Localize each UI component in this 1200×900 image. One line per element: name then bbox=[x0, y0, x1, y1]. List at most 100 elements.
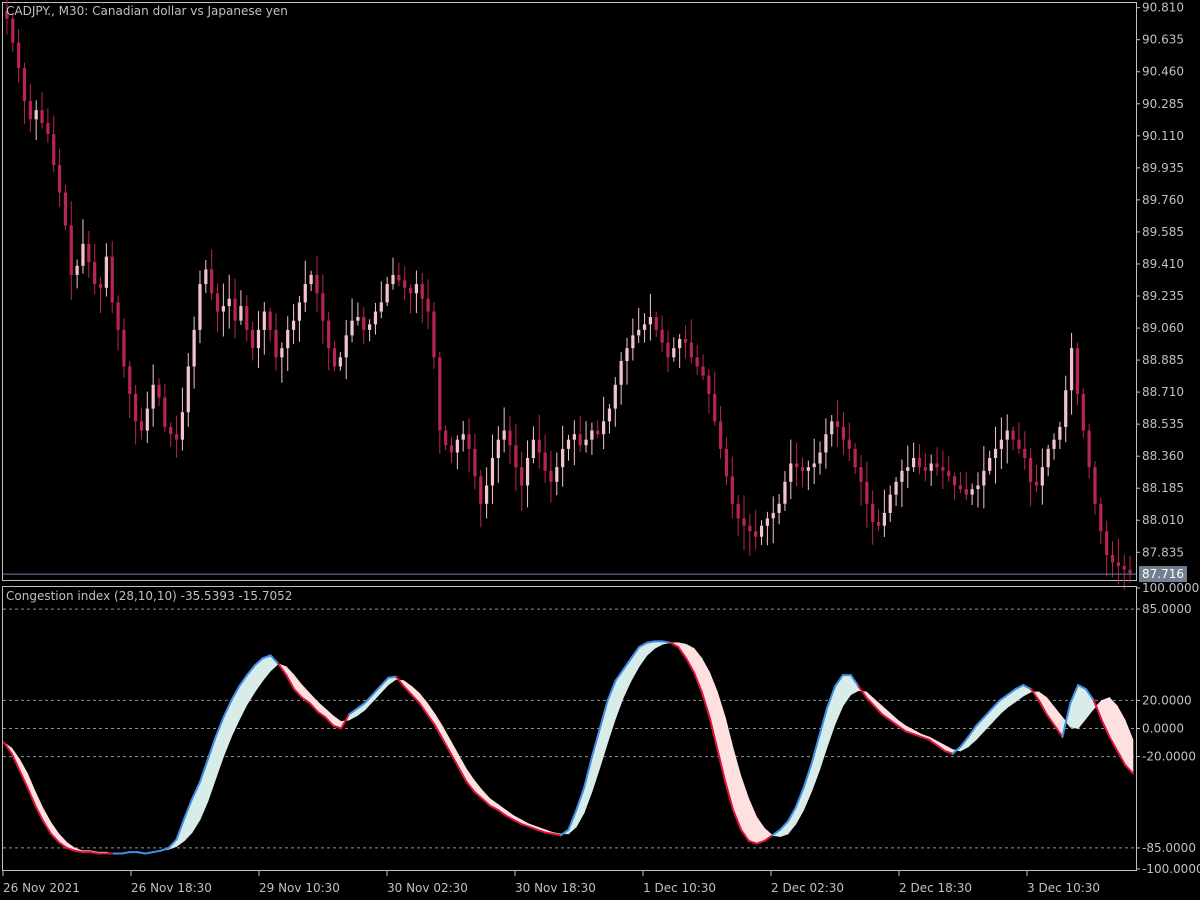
candle-body bbox=[444, 430, 448, 446]
candle-body bbox=[1105, 531, 1109, 556]
candle-body bbox=[765, 518, 769, 526]
candle-body bbox=[303, 284, 307, 303]
price-tick-label: 90.810 bbox=[1142, 1, 1184, 15]
candle-body bbox=[145, 408, 149, 431]
candle-body bbox=[601, 421, 606, 435]
candle-body bbox=[186, 366, 190, 413]
candle-body bbox=[929, 463, 933, 471]
price-tick-label: 88.185 bbox=[1142, 481, 1184, 495]
candle-body bbox=[1128, 569, 1132, 574]
candle-body bbox=[75, 265, 79, 275]
price-tick-label: 89.060 bbox=[1142, 321, 1184, 335]
candle-body bbox=[543, 452, 547, 471]
candle-body bbox=[912, 458, 916, 468]
candle-body bbox=[1046, 448, 1050, 468]
candle-body bbox=[432, 311, 436, 358]
candle-body bbox=[724, 448, 729, 477]
candle-body bbox=[941, 467, 945, 471]
candle-body bbox=[701, 366, 705, 376]
candle-body bbox=[590, 430, 594, 440]
candle-body bbox=[309, 274, 313, 285]
candle-body bbox=[1034, 481, 1039, 486]
price-tick-label: 88.010 bbox=[1142, 513, 1184, 527]
candle-body bbox=[888, 494, 892, 513]
candle-body bbox=[174, 434, 179, 440]
candle-body bbox=[315, 274, 319, 294]
candle-body bbox=[993, 448, 998, 459]
candle-body bbox=[754, 531, 758, 537]
candle-body bbox=[789, 463, 793, 482]
indicator-tick-label: 100.0000 bbox=[1142, 581, 1199, 595]
candle-body bbox=[139, 421, 144, 431]
candle-body bbox=[262, 311, 266, 330]
candle-body bbox=[1040, 467, 1044, 486]
candle-body bbox=[420, 284, 424, 299]
candle-body bbox=[344, 335, 348, 358]
candle-body bbox=[952, 476, 957, 486]
candle-body bbox=[87, 243, 91, 263]
candle-body bbox=[999, 439, 1003, 449]
candle-body bbox=[906, 467, 910, 471]
candle-body bbox=[707, 375, 711, 394]
candle-body bbox=[958, 485, 963, 490]
candle-body bbox=[338, 357, 342, 367]
candle-body bbox=[882, 512, 886, 526]
candle-body bbox=[824, 434, 828, 453]
candle-body bbox=[841, 426, 846, 440]
candle-body bbox=[110, 256, 114, 303]
candle-body bbox=[520, 467, 524, 486]
candle-body bbox=[449, 445, 454, 453]
candle-body bbox=[227, 298, 231, 307]
candle-body bbox=[379, 302, 383, 312]
candle-body bbox=[835, 421, 840, 427]
candle-body bbox=[648, 317, 653, 325]
candle-body bbox=[210, 269, 214, 294]
candle-body bbox=[718, 421, 723, 449]
candle-body bbox=[783, 481, 787, 504]
indicator-line-segment bbox=[543, 831, 554, 835]
candle-body bbox=[795, 463, 799, 468]
candle-body bbox=[531, 439, 536, 459]
candle-body bbox=[713, 393, 717, 422]
candle-body bbox=[204, 269, 208, 285]
time-tick-label: 30 Nov 18:30 bbox=[515, 881, 596, 895]
candle-body bbox=[286, 329, 290, 349]
indicator-line-segment bbox=[136, 851, 147, 855]
candle-body bbox=[508, 430, 512, 446]
candle-body bbox=[894, 481, 898, 495]
price-tick-label: 88.535 bbox=[1142, 417, 1184, 431]
candle-body bbox=[502, 430, 506, 440]
candle-body bbox=[397, 274, 401, 281]
candle-body bbox=[1116, 562, 1120, 567]
candle-body bbox=[69, 225, 73, 275]
candle-body bbox=[46, 122, 50, 134]
candle-body bbox=[935, 463, 939, 468]
candle-body bbox=[22, 68, 27, 102]
candle-body bbox=[865, 481, 869, 504]
candle-body bbox=[373, 311, 378, 325]
candle-body bbox=[122, 329, 126, 367]
price-tick-label: 89.585 bbox=[1142, 225, 1184, 239]
candle-body bbox=[578, 434, 582, 446]
candle-body bbox=[988, 458, 992, 471]
candle-body bbox=[1005, 430, 1009, 440]
time-tick-label: 26 Nov 2021 bbox=[3, 881, 80, 895]
candle-body bbox=[426, 298, 430, 312]
indicator-line-segment bbox=[661, 640, 672, 644]
price-tick-label: 89.760 bbox=[1142, 193, 1184, 207]
candle-body bbox=[964, 489, 968, 495]
candle-body bbox=[245, 306, 249, 330]
candle-body bbox=[1052, 439, 1056, 449]
time-tick-label: 26 Nov 18:30 bbox=[131, 881, 212, 895]
price-tick-label: 87.835 bbox=[1142, 545, 1184, 559]
candle-body bbox=[1017, 439, 1021, 449]
trading-chart: CADJPY., M30: Canadian dollar vs Japanes… bbox=[0, 0, 1200, 900]
symbol-label: CADJPY., M30: Canadian dollar vs Japanes… bbox=[6, 4, 288, 18]
candle-body bbox=[385, 284, 389, 303]
candle-body bbox=[57, 165, 62, 193]
candle-body bbox=[81, 243, 85, 266]
candle-body bbox=[566, 439, 571, 449]
candle-body bbox=[391, 274, 395, 285]
indicator-line-segment bbox=[89, 851, 100, 855]
candle-body bbox=[1069, 348, 1074, 391]
